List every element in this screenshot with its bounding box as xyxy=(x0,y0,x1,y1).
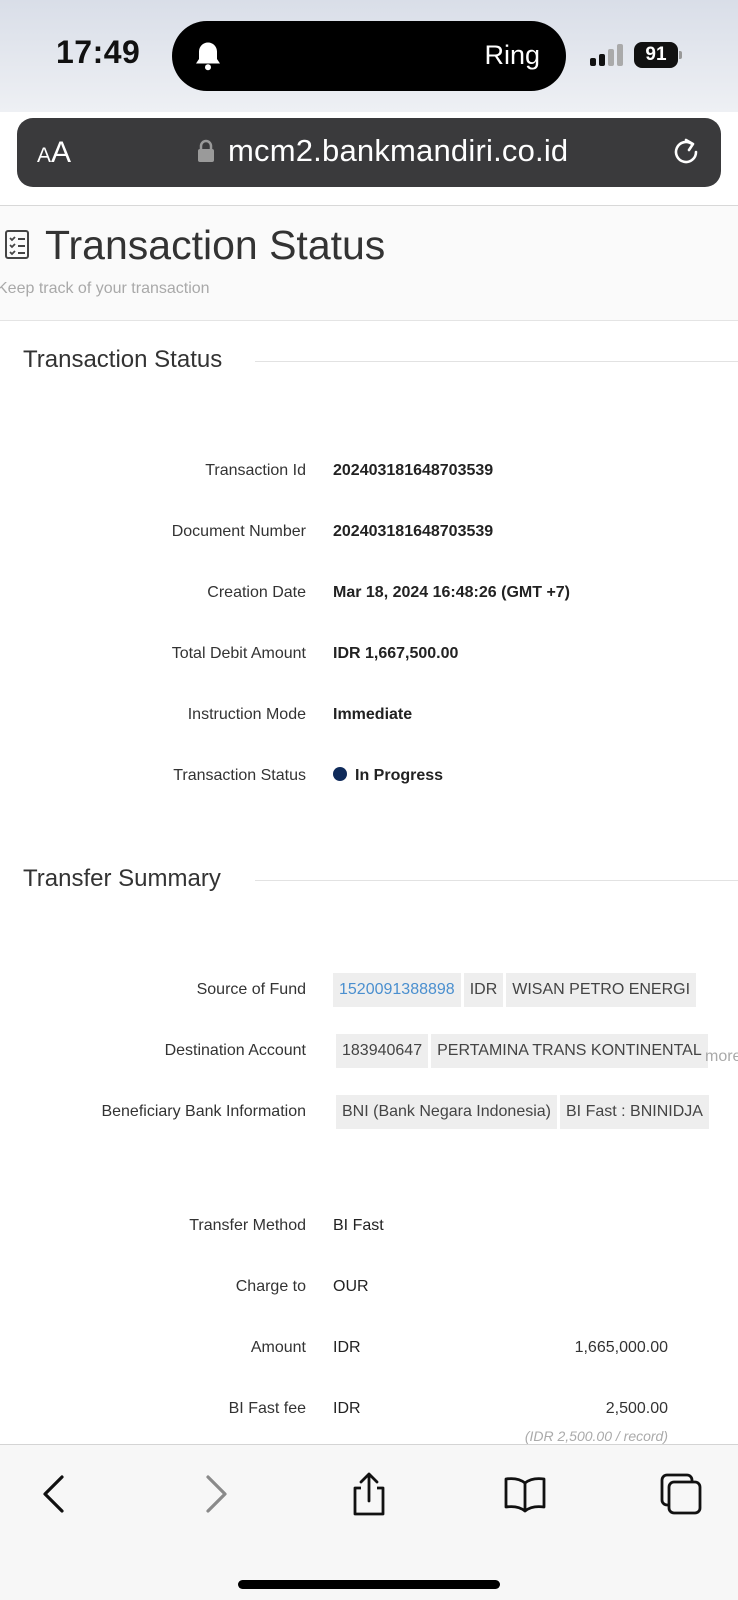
more-link[interactable]: more xyxy=(705,1048,738,1066)
charge-to-value: OUR xyxy=(333,1278,369,1295)
forward-icon[interactable] xyxy=(192,1471,238,1517)
destination-account-name: PERTAMINA TRANS KONTINENTAL xyxy=(431,1034,708,1068)
source-account-link[interactable]: 1520091388898 xyxy=(333,973,461,1007)
section-title-transaction-status: Transaction Status xyxy=(23,346,223,373)
total-debit-value: IDR 1,667,500.00 xyxy=(333,645,459,662)
reload-icon[interactable] xyxy=(669,135,703,169)
page-header: Transaction Status Keep track of your tr… xyxy=(0,206,738,321)
source-of-fund-value: 1520091388898 IDR WISAN PETRO ENERGI xyxy=(333,973,699,1007)
page-subtitle: Keep track of your transaction xyxy=(0,280,210,297)
address-bar[interactable]: AA mcm2.bankmandiri.co.id xyxy=(17,118,721,187)
battery-icon: 91 xyxy=(634,42,682,68)
transfer-method-value: BI Fast xyxy=(333,1217,384,1234)
bell-icon xyxy=(196,42,220,71)
share-icon[interactable] xyxy=(346,1471,392,1517)
bookmarks-icon[interactable] xyxy=(502,1471,548,1517)
beneficiary-bank-code: BI Fast : BNINIDJA xyxy=(560,1095,709,1129)
clock: 17:49 xyxy=(56,34,141,70)
section-title-transfer-summary: Transfer Summary xyxy=(23,865,221,892)
creation-date-value: Mar 18, 2024 16:48:26 (GMT +7) xyxy=(333,584,571,601)
home-indicator xyxy=(238,1580,500,1589)
section-divider xyxy=(255,880,738,881)
beneficiary-bank-value: BNI (Bank Negara Indonesia) BI Fast : BNI… xyxy=(336,1095,712,1129)
destination-account-number: 183940647 xyxy=(336,1034,429,1068)
instruction-mode-value: Immediate xyxy=(333,706,413,723)
tabs-icon[interactable] xyxy=(658,1471,704,1517)
amount-value: 1,665,000.00 xyxy=(574,1339,668,1356)
page-title: Transaction Status xyxy=(45,222,386,268)
url-text[interactable]: mcm2.bankmandiri.co.id xyxy=(228,133,568,169)
ring-label: Ring xyxy=(484,40,540,70)
beneficiary-bank-label: Beneficiary Bank Information xyxy=(101,1103,306,1120)
bi-fast-fee-label: BI Fast fee xyxy=(228,1400,306,1417)
battery-level: 91 xyxy=(634,42,678,68)
lock-icon xyxy=(198,139,214,162)
creation-date-label: Creation Date xyxy=(207,584,306,601)
total-debit-label: Total Debit Amount xyxy=(171,645,306,662)
amount-label: Amount xyxy=(250,1339,306,1356)
amount-currency: IDR xyxy=(333,1339,361,1356)
browser-toolbar xyxy=(0,1444,738,1600)
transaction-id-label: Transaction Id xyxy=(205,462,306,479)
bi-fast-fee-currency: IDR xyxy=(333,1400,361,1417)
dynamic-island: Ring xyxy=(172,21,566,91)
charge-to-label: Charge to xyxy=(235,1278,306,1295)
source-currency: IDR xyxy=(463,973,504,1007)
transaction-status-label: Transaction Status xyxy=(173,767,306,784)
section-divider xyxy=(255,361,738,362)
back-icon[interactable] xyxy=(32,1471,78,1517)
transaction-id-value: 202403181648703539 xyxy=(333,462,494,479)
destination-account-value: 183940647 PERTAMINA TRANS KONTINENTAL xyxy=(336,1034,711,1068)
beneficiary-bank-name: BNI (Bank Negara Indonesia) xyxy=(336,1095,557,1129)
instruction-mode-label: Instruction Mode xyxy=(187,706,306,723)
document-number-label: Document Number xyxy=(171,523,306,540)
source-of-fund-label: Source of Fund xyxy=(196,981,306,998)
checklist-icon xyxy=(5,230,29,259)
bi-fast-fee-note: (IDR 2,500.00 / record) xyxy=(524,1428,668,1444)
source-account-name: WISAN PETRO ENERGI xyxy=(506,973,697,1007)
status-text: In Progress xyxy=(355,767,444,784)
destination-account-label: Destination Account xyxy=(164,1042,306,1059)
transfer-method-label: Transfer Method xyxy=(189,1217,306,1234)
status-bar: 17:49 Ring 91 xyxy=(0,0,738,112)
status-dot xyxy=(333,767,347,781)
cellular-signal-icon xyxy=(590,44,626,66)
bi-fast-fee-value: 2,500.00 xyxy=(605,1400,668,1417)
text-size-button[interactable]: AA xyxy=(37,136,71,170)
document-number-value: 202403181648703539 xyxy=(333,523,494,540)
transaction-status-value: In Progress xyxy=(333,767,443,785)
